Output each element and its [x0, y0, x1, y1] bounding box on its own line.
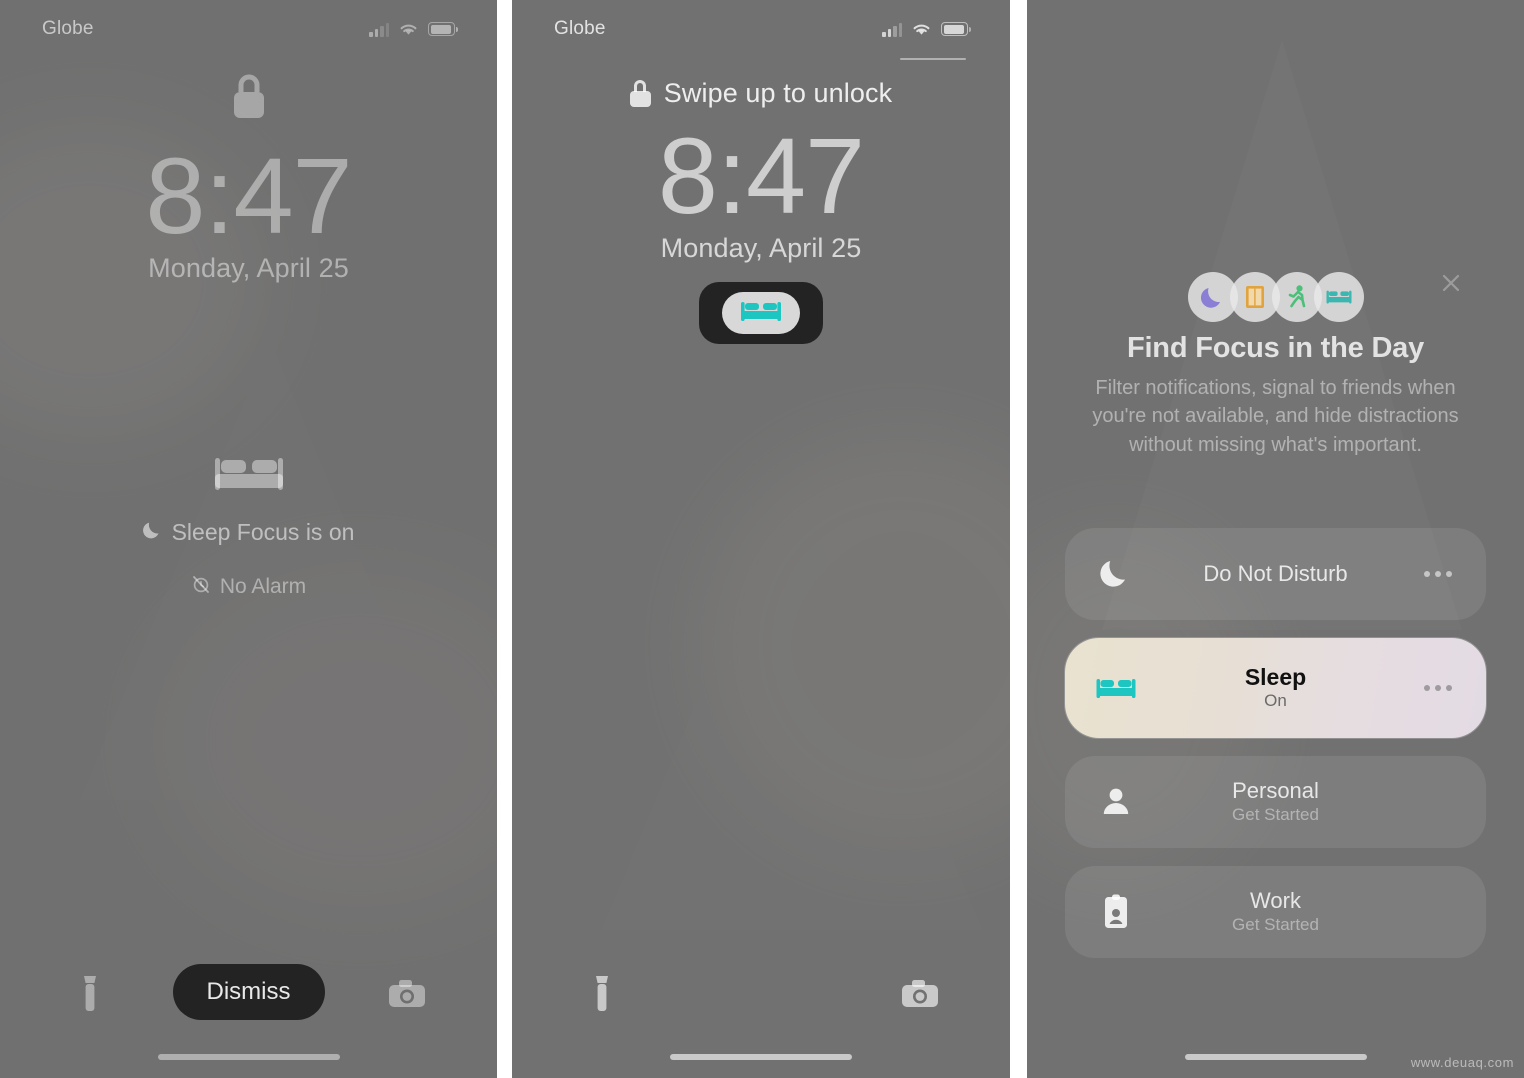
lockscreen-header: Swipe up to unlock 8:47 Monday, April 25	[512, 78, 1010, 345]
swipe-to-unlock-label: Swipe up to unlock	[663, 78, 893, 108]
bed-icon	[1313, 272, 1364, 322]
focus-row-personal[interactable]: Personal Get Started	[1065, 756, 1486, 848]
bed-icon	[1095, 667, 1137, 709]
cellular-signal-icon	[369, 22, 389, 37]
phone-panel-focus-setup: Find Focus in the Day Filter notificatio…	[1027, 0, 1524, 1078]
screenshot-stage: Globe 8:47 Monday, April 25 Sleep Focus …	[0, 0, 1524, 1078]
carrier-label: Globe	[554, 18, 606, 39]
flashlight-icon[interactable]	[580, 972, 624, 1016]
home-indicator	[670, 1054, 852, 1060]
focus-mode-list: Do Not Disturb Sleep On Personal Get Sta…	[1065, 528, 1486, 976]
cellular-signal-icon	[882, 22, 902, 37]
status-icon-group	[882, 21, 971, 37]
focus-icon-cluster	[1187, 272, 1364, 322]
lockscreen-date: Monday, April 25	[660, 233, 862, 264]
moon-icon	[1095, 553, 1137, 595]
site-watermark: www.deuaq.com	[1410, 1055, 1514, 1070]
lock-icon	[0, 70, 497, 129]
focus-row-work[interactable]: Work Get Started	[1065, 866, 1486, 958]
alarm-off-icon	[191, 574, 211, 600]
wallpaper-blob	[150, 560, 497, 920]
wifi-icon	[913, 24, 930, 35]
badge-icon	[1095, 891, 1137, 933]
carrier-label: Globe	[42, 18, 94, 39]
lockscreen-bottom-bar: Dismiss	[0, 928, 497, 1078]
alarm-status-row: No Alarm	[0, 574, 497, 600]
more-ellipsis-icon[interactable]	[1424, 571, 1452, 577]
swipe-to-unlock-row[interactable]: Swipe up to unlock	[512, 78, 1010, 109]
camera-icon[interactable]	[385, 972, 429, 1016]
lockscreen-time: 8:47	[145, 135, 352, 256]
flashlight-icon[interactable]	[68, 972, 112, 1016]
sleep-focus-status-block: Sleep Focus is on No Alarm	[0, 448, 497, 600]
phone-panel-lockscreen-dimmed: Globe 8:47 Monday, April 25 Sleep Focus …	[0, 0, 497, 1078]
wallpaper-shape	[582, 430, 1002, 955]
lockscreen-bottom-bar	[512, 928, 1010, 1078]
status-icon-group	[369, 21, 458, 37]
dismiss-button[interactable]: Dismiss	[172, 964, 325, 1020]
sleep-focus-status-row: Sleep Focus is on	[0, 519, 497, 546]
person-icon	[1095, 781, 1137, 823]
home-indicator	[157, 1054, 340, 1060]
page-title: Find Focus in the Day	[1126, 332, 1425, 364]
page-subtitle: Filter notifications, signal to friends …	[1092, 377, 1459, 456]
close-icon[interactable]	[1436, 268, 1466, 298]
more-ellipsis-icon[interactable]	[1424, 685, 1452, 691]
lock-icon	[629, 80, 651, 107]
moon-icon	[142, 519, 162, 546]
bed-icon	[739, 297, 783, 330]
wallpaper-blob	[692, 430, 1010, 860]
status-underline	[900, 58, 966, 60]
sleep-focus-pill[interactable]	[699, 282, 823, 345]
focus-setup-sheet: Find Focus in the Day Filter notificatio…	[1027, 0, 1524, 1078]
battery-icon	[941, 22, 971, 36]
status-bar: Globe	[0, 0, 497, 58]
status-bar: Globe	[512, 0, 1010, 58]
wifi-icon	[400, 24, 417, 35]
focus-row-do-not-disturb[interactable]: Do Not Disturb	[1065, 528, 1486, 620]
home-indicator	[1184, 1054, 1367, 1060]
bed-icon	[0, 448, 497, 503]
camera-icon[interactable]	[898, 972, 942, 1016]
phone-panel-lockscreen-awake: Globe Swipe up to unlock 8:47 Monday, Ap…	[512, 0, 1010, 1078]
focus-row-sleep[interactable]: Sleep On	[1065, 638, 1486, 738]
lockscreen-date: Monday, April 25	[148, 253, 349, 284]
battery-icon	[428, 22, 458, 36]
lockscreen-header: 8:47 Monday, April 25	[0, 70, 497, 284]
lockscreen-time: 8:47	[657, 115, 865, 236]
sleep-focus-pill-inner	[722, 292, 800, 335]
sleep-focus-status-label: Sleep Focus is on	[171, 519, 355, 545]
alarm-status-label: No Alarm	[219, 575, 307, 598]
